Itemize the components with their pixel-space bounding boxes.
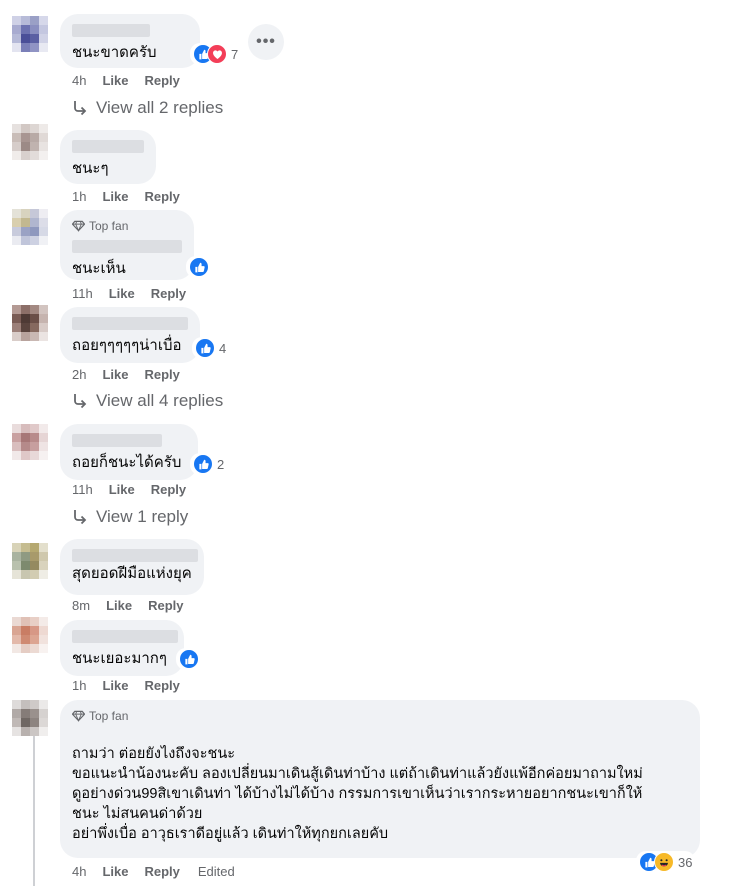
avatar[interactable]: [12, 543, 48, 579]
timestamp[interactable]: 2h: [72, 367, 86, 382]
avatar[interactable]: [12, 700, 48, 736]
comment-actions: 11h Like Reply: [72, 480, 202, 498]
diamond-icon: [72, 710, 85, 722]
avatar[interactable]: [12, 617, 48, 653]
comment-text: ชนะเยอะมากๆ: [72, 650, 167, 667]
comment-bubble: ชนะขาดครับ: [60, 14, 200, 68]
diamond-icon: [72, 220, 85, 232]
like-icon: [193, 454, 213, 474]
avatar[interactable]: [12, 209, 48, 245]
author-name-redacted[interactable]: [72, 317, 188, 330]
reaction-count: 36: [678, 854, 693, 870]
author-name-redacted[interactable]: [72, 240, 182, 253]
avatar[interactable]: [12, 305, 48, 341]
reply-button[interactable]: Reply: [151, 286, 186, 301]
author-name-redacted[interactable]: [72, 24, 150, 37]
reaction-count: 4: [219, 340, 227, 356]
top-fan-label: Top fan: [89, 219, 129, 233]
reply-button[interactable]: Reply: [144, 73, 179, 88]
timestamp[interactable]: 11h: [72, 482, 93, 497]
comment-text: ถอยๆๆๆๆๆน่าเบื่อ: [72, 337, 182, 354]
comment-text: ถอยก็ชนะได้ครับ: [72, 454, 182, 471]
reaction-summary[interactable]: [176, 648, 202, 670]
comment-actions: 11h Like Reply: [72, 284, 202, 302]
comment-text: ชนะๆ: [72, 160, 109, 177]
more-options-icon: •••: [256, 33, 276, 50]
like-button[interactable]: Like: [102, 73, 128, 88]
view-replies-link[interactable]: View all 2 replies: [72, 97, 223, 119]
reaction-count: 2: [217, 456, 225, 472]
reaction-summary[interactable]: 2: [190, 453, 228, 475]
avatar[interactable]: [12, 124, 48, 160]
like-button[interactable]: Like: [109, 482, 135, 497]
author-name-redacted[interactable]: [72, 630, 178, 643]
view-replies-label: View 1 reply: [96, 507, 189, 526]
comment-bubble: ชนะเยอะมากๆ: [60, 620, 184, 676]
author-name-redacted[interactable]: [72, 434, 162, 447]
reaction-summary[interactable]: 36: [636, 851, 696, 873]
view-replies-label: View all 4 replies: [96, 391, 224, 410]
comment-text: สุดยอดฝีมือแห่งยุค: [72, 565, 192, 582]
haha-icon: [654, 852, 674, 872]
thread-connector: [33, 736, 35, 886]
like-icon: [179, 649, 199, 669]
like-button[interactable]: Like: [102, 189, 128, 204]
timestamp[interactable]: 1h: [72, 189, 86, 204]
like-button[interactable]: Like: [102, 678, 128, 693]
comment-actions: 1h Like Reply: [72, 676, 196, 694]
timestamp[interactable]: 1h: [72, 678, 86, 693]
like-button[interactable]: Like: [102, 864, 128, 879]
comment-actions: 1h Like Reply: [72, 187, 196, 205]
timestamp[interactable]: 4h: [72, 73, 86, 88]
top-fan-badge[interactable]: Top fan: [72, 218, 182, 234]
reaction-count: 7: [231, 46, 239, 62]
comment-bubble: สุดยอดฝีมือแห่งยุค: [60, 539, 204, 595]
top-fan-badge[interactable]: Top fan: [72, 708, 688, 724]
reply-button[interactable]: Reply: [144, 864, 179, 879]
like-button[interactable]: Like: [106, 598, 132, 613]
reaction-summary[interactable]: 7: [190, 43, 242, 65]
comment-bubble: Top fan ชนะเห็น: [60, 210, 194, 280]
comment-actions: 4h Like Reply: [72, 71, 196, 89]
reply-arrow-icon: [74, 101, 87, 116]
timestamp[interactable]: 8m: [72, 598, 90, 613]
more-options-button[interactable]: •••: [248, 24, 284, 60]
edited-label[interactable]: Edited: [198, 864, 235, 879]
reply-button[interactable]: Reply: [144, 367, 179, 382]
comment-bubble: ชนะๆ: [60, 130, 156, 184]
reply-button[interactable]: Reply: [144, 678, 179, 693]
reply-button[interactable]: Reply: [144, 189, 179, 204]
author-name-redacted[interactable]: [72, 549, 198, 562]
comment-text: ถามว่า ต่อยยังไงถึงจะชนะ ขอแนะนำน้องนะคั…: [72, 746, 643, 842]
comment-text: ชนะขาดครับ: [72, 44, 157, 61]
like-icon: [189, 257, 209, 277]
reaction-summary[interactable]: [186, 256, 212, 278]
reply-button[interactable]: Reply: [151, 482, 186, 497]
like-button[interactable]: Like: [109, 286, 135, 301]
view-replies-link[interactable]: View all 4 replies: [72, 390, 223, 412]
reply-arrow-icon: [74, 510, 87, 525]
comment-bubble: Top fan ถามว่า ต่อยยังไงถึงจะชนะ ขอแนะนำ…: [60, 700, 700, 858]
comment-bubble: ถอยๆๆๆๆๆน่าเบื่อ: [60, 307, 200, 363]
timestamp[interactable]: 11h: [72, 286, 93, 301]
top-fan-label: Top fan: [89, 709, 129, 723]
view-replies-link[interactable]: View 1 reply: [72, 506, 188, 528]
reply-arrow-icon: [74, 394, 87, 409]
like-icon: [195, 338, 215, 358]
avatar[interactable]: [12, 424, 48, 460]
comment-bubble: ถอยก็ชนะได้ครับ: [60, 424, 198, 480]
love-icon: [207, 44, 227, 64]
view-replies-label: View all 2 replies: [96, 98, 224, 117]
avatar[interactable]: [12, 16, 48, 52]
comment-actions: 2h Like Reply: [72, 365, 196, 383]
comment-text: ชนะเห็น: [72, 260, 126, 277]
reaction-summary[interactable]: 4: [192, 337, 230, 359]
comment-actions: 8m Like Reply: [72, 596, 199, 614]
like-button[interactable]: Like: [102, 367, 128, 382]
author-name-redacted[interactable]: [72, 724, 688, 744]
timestamp[interactable]: 4h: [72, 864, 86, 879]
comment-actions: 4h Like Reply Edited: [72, 862, 235, 880]
reply-button[interactable]: Reply: [148, 598, 183, 613]
author-name-redacted[interactable]: [72, 140, 144, 153]
